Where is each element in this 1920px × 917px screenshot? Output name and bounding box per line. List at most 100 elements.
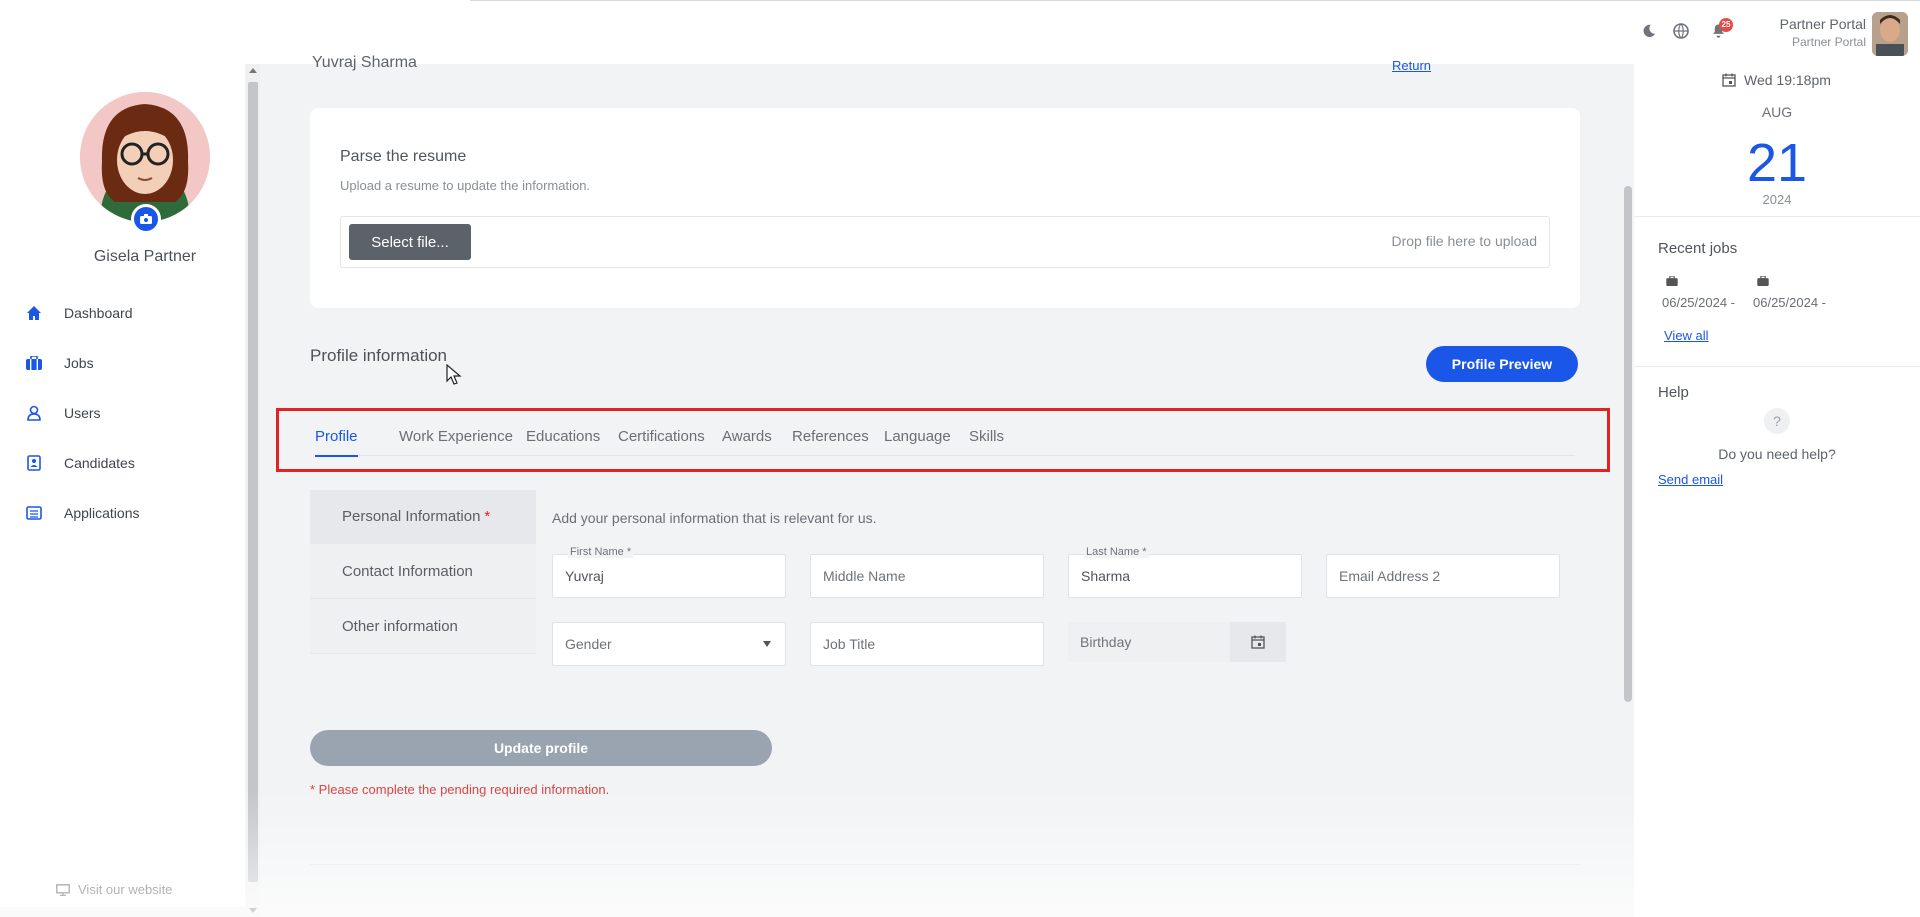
help-title: Help — [1658, 384, 1689, 401]
sidebar: Gisela Partner Dashboard Jobs Users Cand… — [0, 64, 245, 917]
first-name-field[interactable]: Yuvraj — [552, 554, 786, 598]
recent-job-item[interactable]: 06/25/2024 - — [1662, 274, 1735, 310]
notification-badge: 25 — [1719, 18, 1733, 32]
date-line: Wed 19:18pm — [1722, 72, 1831, 88]
sidebar-item-label: Dashboard — [64, 305, 133, 321]
sidebar-item-dashboard[interactable]: Dashboard — [24, 300, 133, 326]
resume-subtitle: Upload a resume to update the informatio… — [340, 178, 591, 193]
sidebar-item-users[interactable]: Users — [24, 400, 101, 426]
gender-select[interactable]: Gender — [552, 622, 786, 666]
subnav-label: Contact Information — [342, 563, 473, 580]
calendar-day: 21 — [1746, 133, 1808, 193]
gender-select-value: Gender — [565, 636, 612, 652]
recent-job-item[interactable]: 06/25/2024 - — [1753, 274, 1826, 310]
profile-subnav: Personal Information * Contact Informatio… — [310, 490, 536, 654]
briefcase-icon — [1757, 274, 1826, 289]
moon-icon[interactable] — [1638, 20, 1660, 42]
pending-required-note: * Please complete the pending required i… — [310, 782, 610, 797]
globe-icon[interactable] — [1670, 20, 1692, 42]
question-icon: ? — [1764, 408, 1790, 434]
calendar-icon[interactable] — [1230, 622, 1286, 662]
subnav-label: Other information — [342, 618, 458, 635]
recent-job-date: 06/25/2024 - — [1662, 295, 1736, 310]
tab-references[interactable]: References — [792, 427, 869, 457]
last-name-label: Last Name * — [1084, 546, 1149, 558]
panel-divider — [1634, 216, 1920, 217]
return-link[interactable]: Return — [1392, 58, 1431, 73]
profile-preview-button[interactable]: Profile Preview — [1426, 346, 1578, 382]
sidebar-item-applications[interactable]: Applications — [24, 500, 140, 526]
panel-divider — [1634, 366, 1920, 367]
job-title-field[interactable]: Job Title — [810, 622, 1044, 666]
scrollbar-thumb[interactable] — [248, 82, 258, 882]
user-subtitle: Partner Portal — [1791, 35, 1866, 49]
sidebar-item-label: Users — [64, 405, 101, 421]
tabs-highlight-box: Profile Work Experience Educations Certi… — [276, 408, 1610, 472]
profile-info-title: Profile information — [310, 346, 448, 365]
scroll-down-arrow-icon[interactable] — [249, 908, 257, 913]
calendar-icon — [1722, 73, 1736, 87]
monitor-icon — [56, 883, 70, 896]
subnav-personal-information[interactable]: Personal Information * — [310, 490, 536, 544]
last-name-field[interactable]: Sharma — [1068, 554, 1302, 598]
scroll-up-arrow-icon[interactable] — [249, 68, 257, 73]
user-avatar[interactable] — [1872, 12, 1908, 56]
calendar-month: AUG — [1761, 104, 1793, 120]
tab-profile[interactable]: Profile — [315, 427, 358, 457]
tab-educations[interactable]: Educations — [526, 427, 600, 457]
main-content: Yuvraj Sharma Return Parse the resume Up… — [262, 54, 1632, 917]
visit-website-link[interactable]: Visit our website — [56, 882, 172, 897]
tab-awards[interactable]: Awards — [722, 427, 772, 457]
tab-skills[interactable]: Skills — [969, 427, 1004, 457]
visit-website-label: Visit our website — [78, 882, 173, 897]
briefcase-icon — [24, 353, 44, 373]
tab-language[interactable]: Language — [884, 427, 951, 457]
subnav-contact-information[interactable]: Contact Information — [310, 545, 536, 599]
sidebar-scrollbar[interactable] — [246, 64, 260, 917]
candidate-name: Yuvraj Sharma — [312, 54, 417, 71]
file-dropzone[interactable]: Select file... Drop file here to upload — [340, 216, 1550, 268]
subnav-label: Personal Information — [342, 508, 481, 525]
email-address-2-field[interactable]: Email Address 2 — [1326, 554, 1560, 598]
update-profile-button[interactable]: Update profile — [310, 730, 772, 766]
resume-title: Parse the resume — [340, 148, 467, 165]
recent-job-date: 06/25/2024 - — [1753, 295, 1827, 310]
sidebar-item-label: Applications — [64, 505, 140, 521]
section-divider — [310, 864, 1580, 865]
sidebar-horizontal-scrollbar[interactable] — [0, 907, 245, 917]
chevron-down-icon — [763, 641, 771, 647]
birthday-field[interactable]: Birthday — [1068, 622, 1230, 662]
sidebar-item-candidates[interactable]: Candidates — [24, 450, 135, 476]
main-scrollbar-thumb[interactable] — [1624, 186, 1632, 702]
resume-card: Parse the resume Upload a resume to upda… — [310, 108, 1580, 308]
personal-info-description: Add your personal information that is re… — [552, 510, 877, 526]
sidebar-item-label: Jobs — [64, 355, 94, 371]
top-bar: 25 Partner Portal Partner Portal — [0, 0, 1920, 64]
select-file-button[interactable]: Select file... — [349, 224, 471, 260]
user-icon — [24, 403, 44, 423]
calendar-year: 2024 — [1762, 192, 1792, 207]
tab-work-experience[interactable]: Work Experience — [399, 427, 513, 457]
view-all-link[interactable]: View all — [1664, 328, 1709, 343]
user-name[interactable]: Partner Portal — [1780, 16, 1866, 32]
first-name-label: First Name * — [568, 546, 634, 558]
sidebar-item-jobs[interactable]: Jobs — [24, 350, 94, 376]
profile-avatar[interactable] — [80, 92, 210, 222]
required-star: * — [484, 508, 491, 525]
subnav-other-information[interactable]: Other information — [310, 600, 536, 654]
tab-certifications[interactable]: Certifications — [618, 427, 705, 457]
mouse-cursor-icon — [446, 363, 462, 391]
home-icon — [24, 303, 44, 323]
help-question: Do you need help? — [1718, 446, 1836, 462]
briefcase-icon — [1666, 274, 1735, 289]
list-icon — [24, 503, 44, 523]
top-border — [470, 0, 1920, 1]
recent-jobs-title: Recent jobs — [1658, 240, 1738, 257]
camera-icon[interactable] — [131, 204, 161, 234]
id-card-icon — [24, 453, 44, 473]
date-time-text: Wed 19:18pm — [1744, 72, 1831, 88]
middle-name-field[interactable]: Middle Name — [810, 554, 1044, 598]
right-panel: Wed 19:18pm AUG 21 2024 Recent jobs 06/2… — [1634, 64, 1920, 917]
sidebar-item-label: Candidates — [64, 455, 135, 471]
send-email-link[interactable]: Send email — [1658, 472, 1723, 487]
